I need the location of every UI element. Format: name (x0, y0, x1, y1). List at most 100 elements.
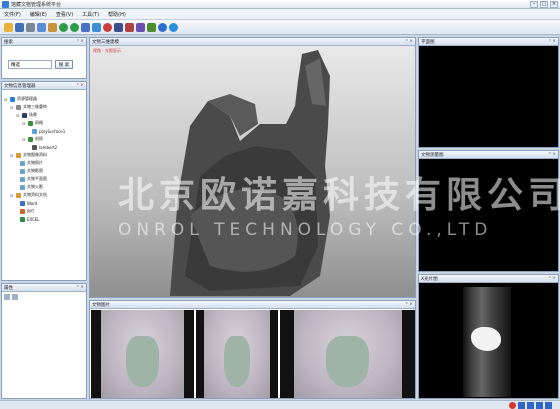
pin-icon[interactable]: ᵖ (77, 83, 79, 88)
tree-item-plane[interactable]: 文物平面图 (20, 176, 47, 182)
paint-icon[interactable] (136, 22, 145, 32)
pin-icon[interactable]: ᵖ (77, 285, 79, 290)
pin-icon[interactable]: ᵖ (549, 39, 551, 44)
tree-item-lambert[interactable]: lambert2 (32, 144, 57, 150)
close-icon[interactable]: × (409, 302, 413, 307)
copy-icon[interactable] (37, 22, 46, 32)
maximize-button[interactable]: □ (540, 1, 548, 8)
close-icon[interactable]: × (80, 285, 84, 290)
tree-item-material[interactable]: ⊟ 材质 (22, 136, 43, 142)
properties-panel-title: 属性 (4, 286, 13, 291)
pin-icon[interactable]: ᵖ (549, 276, 551, 281)
toolbar (0, 20, 560, 35)
images-icon (16, 152, 21, 158)
tree-item-docs[interactable]: ⊟ 文物资料文档 (10, 192, 47, 198)
tree-item-ppt[interactable]: PPT (20, 208, 34, 214)
menu-file[interactable]: 文件(F) (4, 11, 21, 18)
tray-icon[interactable] (536, 402, 543, 409)
model-view-header: 文物三维建模 ᵖ × (90, 38, 415, 46)
scene-icon (22, 112, 27, 118)
minimize-button[interactable]: – (530, 1, 538, 8)
sphere-icon[interactable] (158, 22, 167, 32)
measure-panel-title: 文物测量图 (421, 153, 444, 158)
vase-shape (126, 336, 159, 388)
tree-item-polysurface[interactable]: polySurface1 (32, 128, 65, 134)
close-button[interactable]: × (550, 1, 558, 8)
tree-item-mesh[interactable]: ⊟ 网格 (22, 120, 43, 126)
search-button[interactable]: 搜 索 (55, 60, 73, 69)
move-icon[interactable] (92, 22, 101, 32)
xray-panel-header: X光片图 ᵖ × (419, 275, 558, 283)
undo-icon[interactable] (59, 22, 68, 32)
tray-icon[interactable] (509, 402, 516, 409)
tree-panel: 文物信息管理器 ᵖ × ⊟ 资源管理器 ⊟ 文物三维重构 ⊟ 场景 ⊟ 网格 polyS… (1, 81, 87, 281)
sort-icon[interactable] (4, 294, 10, 300)
tree-item-scene[interactable]: ⊟ 场景 (16, 112, 37, 118)
search-panel-header: 搜索 ᵖ × (2, 38, 86, 46)
tree-item-scan[interactable]: 文物影图 (20, 168, 43, 174)
artifact-3d-model (170, 50, 330, 296)
close-icon[interactable]: × (552, 39, 556, 44)
arrow-icon[interactable] (81, 22, 90, 32)
search-input[interactable] (8, 60, 52, 69)
images-panel: 文物图片 ᵖ × (89, 300, 416, 399)
save-icon[interactable] (15, 22, 24, 32)
category-icon[interactable] (12, 294, 18, 300)
tree-item-word[interactable]: Word (20, 200, 37, 206)
menu-tools[interactable]: 工具(T) (82, 11, 99, 18)
tray-icon[interactable] (527, 402, 534, 409)
vase-shape (325, 336, 370, 388)
close-icon[interactable]: × (80, 83, 84, 88)
pin-icon[interactable]: ᵖ (406, 39, 408, 44)
paste-icon[interactable] (48, 22, 57, 32)
xray-image[interactable] (463, 287, 511, 397)
scan-icon (20, 168, 25, 174)
tray-icon[interactable] (545, 402, 552, 409)
material-icon (28, 136, 33, 142)
menu-help[interactable]: 帮助(H) (108, 11, 126, 18)
window-controls: – □ × (530, 1, 558, 8)
pin-icon[interactable]: ᵖ (406, 302, 408, 307)
tree-item-excel[interactable]: EXCEL (20, 216, 40, 222)
menu-edit[interactable]: 编辑(E) (30, 11, 47, 18)
xray-panel: X光片图 ᵖ × (418, 274, 559, 399)
tree-item-images[interactable]: ⊟ 文物图像资料 (10, 152, 47, 158)
image-frame-3[interactable] (280, 310, 415, 398)
pin-icon[interactable]: ᵖ (549, 152, 551, 157)
tree-item-photos[interactable]: 文物照片 (20, 160, 43, 166)
rotate-icon[interactable] (103, 22, 112, 32)
image-frame-1[interactable] (91, 310, 194, 398)
window-title: 馆藏文物管理系统平台 (11, 2, 62, 8)
pin-icon[interactable]: ᵖ (77, 39, 79, 44)
menu-view[interactable]: 查看(V) (56, 11, 73, 18)
photo-icon (20, 160, 25, 166)
artifact-photo-1 (101, 310, 184, 398)
close-icon[interactable]: × (80, 39, 84, 44)
images-panel-header: 文物图片 ᵖ × (90, 301, 415, 309)
grid-icon[interactable] (147, 22, 156, 32)
explorer-icon (10, 96, 15, 102)
plane-icon (20, 176, 25, 182)
redo-icon[interactable] (70, 22, 79, 32)
docs-icon (16, 192, 21, 198)
tray-icon[interactable] (518, 402, 525, 409)
model-view-panel: 文物三维建模 ᵖ × 视角 · 光照显示 (89, 37, 416, 298)
shader-icon (32, 144, 37, 150)
image-frame-2[interactable] (196, 310, 278, 398)
light-icon[interactable] (169, 22, 178, 32)
tree-item-explorer[interactable]: ⊟ 资源管理器 (4, 96, 37, 102)
tree-panel-header: 文物信息管理器 ᵖ × (2, 82, 86, 90)
plane-panel-header: 平面图 ᵖ × (419, 38, 558, 46)
tree-item-xray[interactable]: 文物火影 (20, 184, 43, 190)
close-icon[interactable]: × (552, 276, 556, 281)
tree-item-3d[interactable]: ⊟ 文物三维重构 (10, 104, 47, 110)
artifact-photo-2 (204, 310, 270, 398)
shield-icon[interactable] (125, 22, 134, 32)
ppt-icon (20, 208, 25, 214)
model-viewport[interactable]: 视角 · 光照显示 (90, 46, 415, 297)
close-icon[interactable]: × (409, 39, 413, 44)
cut-icon[interactable] (26, 22, 35, 32)
close-icon[interactable]: × (552, 152, 556, 157)
open-icon[interactable] (4, 22, 13, 32)
zoom-icon[interactable] (114, 22, 123, 32)
